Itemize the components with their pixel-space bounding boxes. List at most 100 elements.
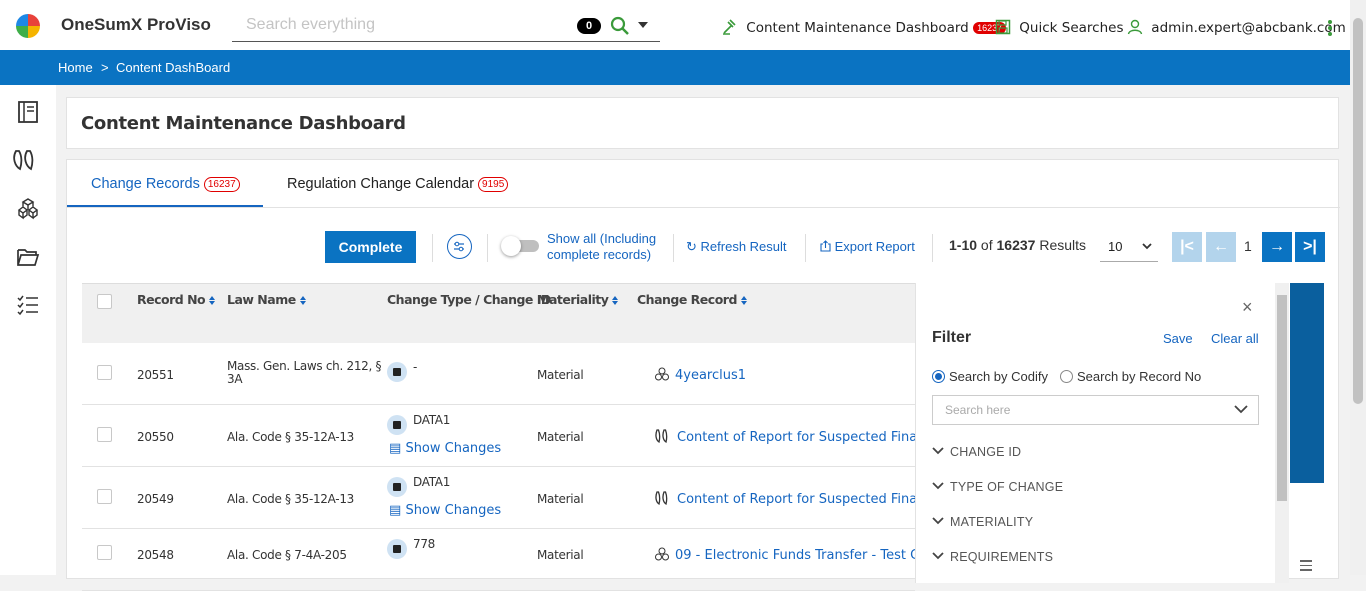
- last-page-button[interactable]: >|: [1295, 232, 1325, 262]
- briefcase-icon: [387, 538, 407, 559]
- cubes-icon[interactable]: [16, 197, 40, 221]
- hamburger-icon[interactable]: [1300, 560, 1312, 574]
- filter-scrollbar[interactable]: [1275, 283, 1289, 583]
- change-id-value: DATA1: [413, 475, 451, 489]
- law-line1: Mass. Gen. Laws ch. 212, §: [227, 359, 382, 373]
- first-page-button[interactable]: |<: [1172, 232, 1202, 262]
- show-all-toggle[interactable]: [501, 236, 539, 256]
- sliders-icon: [454, 241, 464, 252]
- change-record-link[interactable]: 4yearclus1: [655, 367, 919, 383]
- arrow-right-icon: →: [1269, 238, 1285, 255]
- tab-label: Change Records: [91, 176, 200, 192]
- show-changes-link[interactable]: ▤ Show Changes: [389, 503, 501, 518]
- more-menu-icon[interactable]: [1328, 20, 1332, 38]
- search-icon[interactable]: [610, 16, 630, 36]
- radio-search-by-record-no[interactable]: Search by Record No: [1060, 369, 1201, 384]
- brand-name: OneSumX ProViso: [61, 15, 211, 34]
- filter-panel: × Filter Save Clear all Search by Codify…: [915, 283, 1275, 583]
- app-logo[interactable]: [16, 14, 40, 38]
- radio-icon: [1060, 370, 1073, 383]
- next-page-button[interactable]: →: [1262, 232, 1292, 262]
- radio-selected-icon: [932, 370, 945, 383]
- content-dashboard-link[interactable]: Content Maintenance Dashboard 16237: [722, 19, 1007, 36]
- col-materiality[interactable]: Materiality: [537, 292, 619, 307]
- materiality: Material: [537, 548, 584, 562]
- tab-count-badge: 9195: [478, 176, 509, 192]
- filter-section-materiality[interactable]: MATERIALITY: [932, 515, 1033, 529]
- search-dropdown-icon[interactable]: [638, 22, 648, 28]
- radio-label: Search by Codify: [949, 369, 1048, 384]
- change-record-text: Content of Report for Suspected Financia…: [677, 430, 919, 445]
- results-range: 1-10: [949, 237, 978, 253]
- search-input[interactable]: [246, 16, 566, 34]
- breadcrumb-separator: >: [101, 60, 109, 75]
- record-no: 20548: [137, 548, 174, 562]
- export-icon: [820, 240, 831, 252]
- page-scrollbar[interactable]: [1350, 0, 1366, 575]
- filter-save-button[interactable]: Save: [1163, 331, 1193, 346]
- tab-regulation-change-calendar[interactable]: Regulation Change Calendar 9195: [287, 160, 547, 207]
- col-label: Change Type / Change ID: [387, 292, 551, 307]
- change-id: 778: [387, 537, 435, 559]
- select-all-checkbox[interactable]: [97, 294, 112, 309]
- filter-section-type-of-change[interactable]: TYPE OF CHANGE: [932, 480, 1063, 494]
- export-report-button[interactable]: Export Report: [820, 239, 915, 254]
- filters-tab-text: Filters: [1200, 376, 1233, 390]
- calendar-icon: ▤: [389, 503, 402, 518]
- show-changes-link[interactable]: ▤ Show Changes: [389, 441, 501, 456]
- last-page-icon: >|: [1303, 238, 1317, 255]
- document-icon[interactable]: [16, 100, 40, 124]
- breadcrumb-home[interactable]: Home: [58, 60, 93, 75]
- row-checkbox[interactable]: [97, 427, 112, 442]
- change-record-link[interactable]: Content of Report for Suspected Financia…: [655, 491, 919, 507]
- results-label: Results: [1039, 237, 1087, 253]
- divider: [432, 234, 433, 262]
- show-changes-label: Show Changes: [405, 503, 502, 518]
- user-email: admin.expert@abcbank.com: [1151, 20, 1346, 36]
- close-icon[interactable]: ×: [1242, 297, 1253, 318]
- page-size-value: 10: [1108, 239, 1123, 254]
- records-table: Record No Law Name Change Type / Change …: [82, 283, 919, 591]
- tab-divider: [67, 207, 1340, 208]
- law-name: Ala. Code § 7-4A-205: [227, 548, 347, 562]
- radio-search-by-codify[interactable]: Search by Codify: [932, 369, 1048, 384]
- quick-searches-link[interactable]: Quick Searches: [995, 19, 1123, 36]
- table-row: 20548 Ala. Code § 7-4A-205 778 Material …: [82, 529, 919, 591]
- filter-section-requirements[interactable]: REQUIREMENTS: [932, 550, 1053, 564]
- scrollbar-thumb[interactable]: [1277, 295, 1287, 501]
- change-record-link[interactable]: 09 - Electronic Funds Transfer - Test Cl…: [655, 547, 919, 563]
- sort-icon: [299, 296, 306, 305]
- results-total: 16237: [996, 237, 1036, 253]
- section-label: REQUIREMENTS: [950, 550, 1054, 564]
- column-settings-button[interactable]: [447, 234, 472, 259]
- show-all-line1: Show all (Including: [547, 231, 657, 246]
- complete-button[interactable]: Complete: [325, 231, 416, 263]
- main-card: Change Records 16237 Regulation Change Ca…: [66, 159, 1340, 591]
- tab-change-records[interactable]: Change Records 16237: [67, 160, 263, 207]
- quote-icon[interactable]: [13, 148, 43, 172]
- col-change-record[interactable]: Change Record: [637, 292, 747, 307]
- folder-icon[interactable]: [16, 245, 40, 269]
- change-record-link[interactable]: Content of Report for Suspected Financia…: [655, 429, 919, 445]
- row-checkbox[interactable]: [97, 489, 112, 504]
- refresh-result-button[interactable]: ↻ Refresh Result: [686, 239, 787, 255]
- prev-page-button[interactable]: ←: [1206, 232, 1236, 262]
- row-checkbox[interactable]: [97, 545, 112, 560]
- col-law-name[interactable]: Law Name: [227, 292, 306, 307]
- filters-side-tab[interactable]: ▽ Filters: [1200, 283, 1324, 483]
- tab-count-badge: 16237: [203, 176, 240, 192]
- table-row: 20550 Ala. Code § 35-12A-13 DATA1 ▤ Show…: [82, 405, 919, 467]
- page-size-select[interactable]: 10: [1100, 232, 1158, 262]
- row-checkbox[interactable]: [97, 365, 112, 380]
- checklist-icon[interactable]: [16, 293, 40, 317]
- show-all-label[interactable]: Show all (Including complete records): [547, 231, 667, 263]
- filter-clear-all-button[interactable]: Clear all: [1211, 331, 1259, 346]
- filter-search-input[interactable]: [945, 403, 1205, 417]
- user-menu[interactable]: admin.expert@abcbank.com: [1127, 19, 1346, 36]
- change-id-value: DATA1: [413, 413, 451, 427]
- scrollbar-thumb[interactable]: [1353, 18, 1363, 404]
- page-header: Content Maintenance Dashboard: [66, 97, 1339, 149]
- filter-section-change-id[interactable]: CHANGE ID: [932, 445, 1021, 459]
- filter-search-select[interactable]: [932, 395, 1259, 425]
- col-record-no[interactable]: Record No: [137, 292, 216, 307]
